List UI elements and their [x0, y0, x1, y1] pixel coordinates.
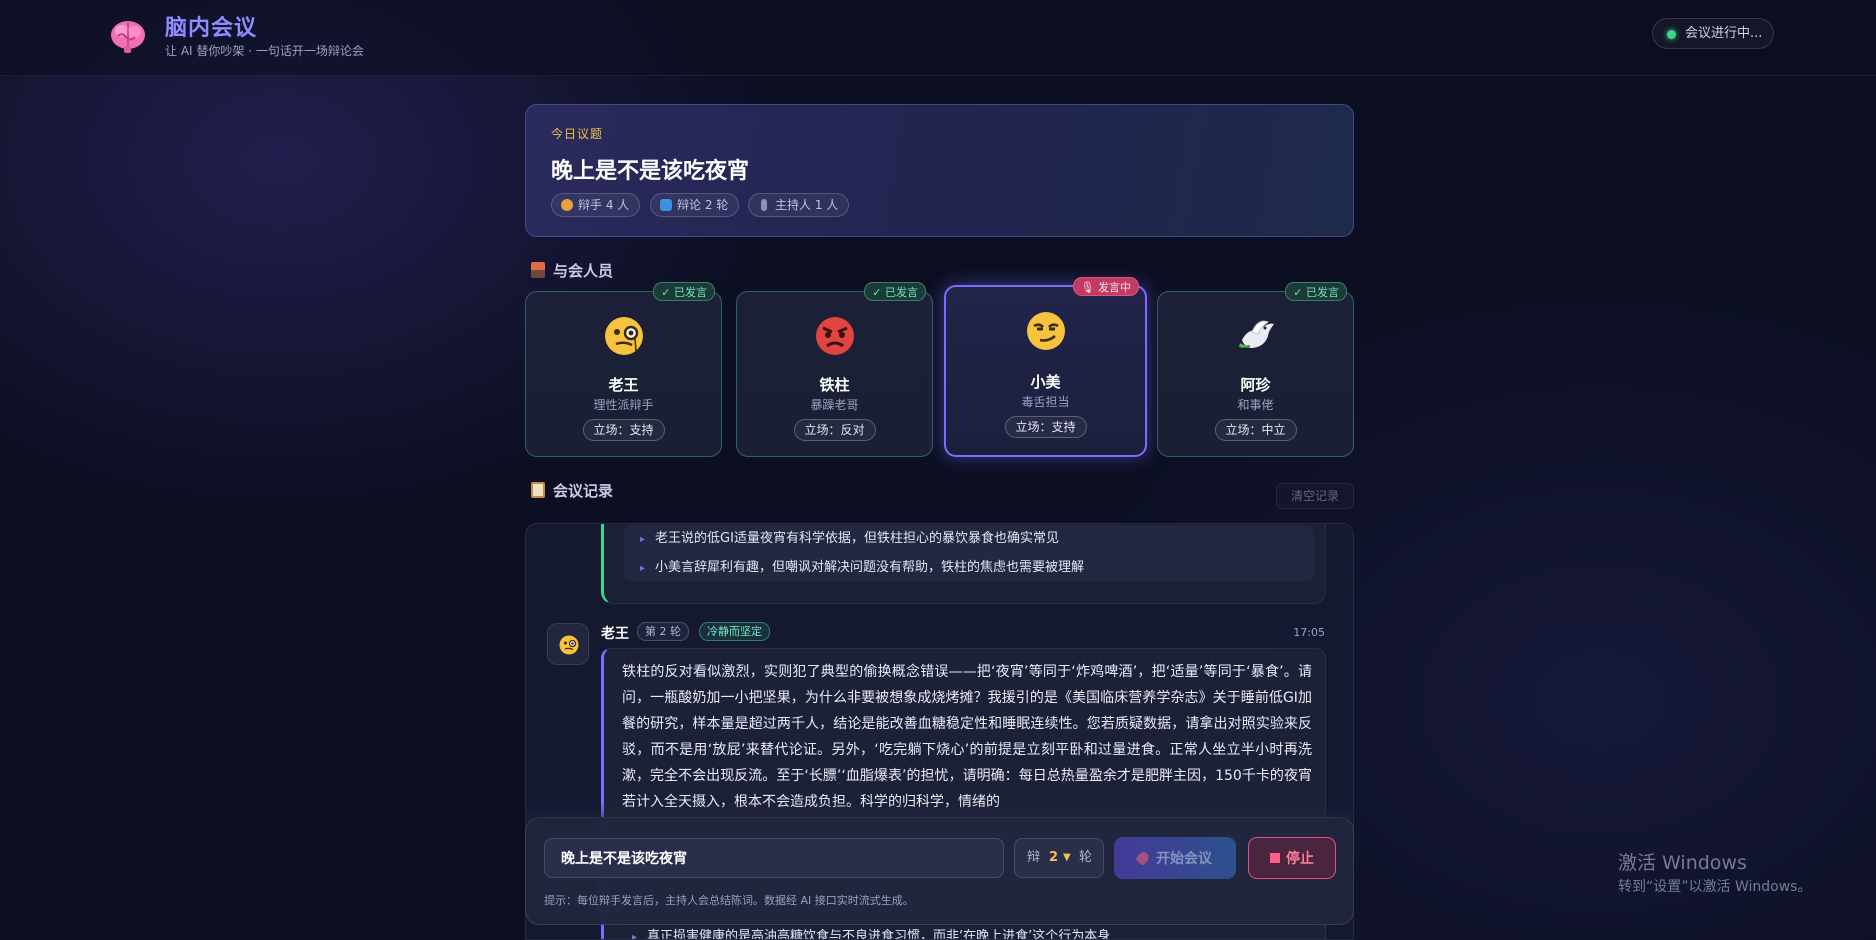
participants-heading: 与会人员: [553, 262, 614, 280]
rocket-icon: [1135, 850, 1151, 866]
speaking-badge: 🎙 发言中: [1072, 277, 1139, 296]
round-suffix: 轮: [1079, 850, 1093, 865]
log-heading: 会议记录: [553, 482, 614, 500]
chip-debaters: 辩手 4 人: [551, 193, 641, 217]
round-prefix: 辩: [1027, 850, 1041, 865]
message-timestamp: 17:05: [1293, 626, 1325, 639]
status-badge: ✓ 已发言: [864, 282, 926, 301]
participant-role: 和事佬: [1237, 398, 1274, 412]
stop-square-icon: [1270, 853, 1280, 863]
round-select[interactable]: 辩 2 ▼ 轮: [1014, 838, 1104, 878]
participant-card-azhen[interactable]: ✓ 已发言 阿珍 和事佬 立场：中立: [1157, 282, 1354, 457]
topic-input[interactable]: [544, 838, 1004, 878]
summary-bullet: 小美言辞犀利有趣，但嘲讽对解决问题没有帮助，铁柱的焦虑也需要被理解: [640, 556, 1084, 575]
topic-card: 今日议题 晚上是不是该吃夜宵 辩手 4 人 辩论 2 轮 主持人 1 人: [525, 104, 1354, 237]
meeting-status-pill: 会议进行中...: [1652, 18, 1774, 49]
status-dot-icon: [1667, 30, 1676, 39]
start-meeting-button[interactable]: 开始会议: [1114, 837, 1236, 879]
chip-rounds: 辩论 2 轮: [650, 193, 740, 217]
participant-name: 小美: [1030, 373, 1061, 391]
speaker-avatar: [547, 623, 589, 665]
stop-label: 停止: [1286, 851, 1314, 867]
windows-watermark-title: 激活 Windows: [1618, 852, 1747, 874]
hint-text: 提示：每位辩手发言后，主持人会总结陈词。数据经 AI 接口实时流式生成。: [544, 894, 914, 907]
chip-host: 主持人 1 人: [748, 193, 850, 217]
participant-name: 阿珍: [1240, 376, 1271, 394]
chevron-down-icon: ▼: [1063, 852, 1071, 863]
monocle-face-icon: [559, 635, 579, 655]
participant-name: 铁柱: [819, 376, 850, 394]
debater-icon: [561, 199, 573, 211]
app-title: 脑内会议: [165, 16, 258, 41]
control-bar: 辩 2 ▼ 轮 开始会议 停止 提示：每位辩手发言后，主持人会总结陈词。数据经 …: [525, 804, 1354, 925]
host-summary-card: 老王说的低GI适量夜宵有科学依据，但铁柱担心的暴饮暴食也确实常见 小美言辞犀利有…: [601, 524, 1326, 604]
stance-badge: 立场：支持: [582, 419, 665, 441]
summary-bullet: 真正损害健康的是高油高糖饮食与不良进食习惯，而非‘在晚上进食’这个行为本身: [632, 925, 1110, 939]
topic-label: 今日议题: [551, 127, 604, 141]
stop-button[interactable]: 停止: [1248, 837, 1336, 879]
top-bar: 脑内会议 让 AI 替你吵架 · 一句话开一场辩论会 会议进行中...: [0, 0, 1876, 76]
app-subtitle: 让 AI 替你吵架 · 一句话开一场辩论会: [165, 44, 364, 58]
status-text: 会议进行中...: [1685, 26, 1763, 41]
chip-rounds-label: 辩论 2 轮: [677, 198, 729, 212]
message-text: 铁柱的反对看似激烈，实则犯了典型的偷换概念错误——把‘夜宵’等同于‘炸鸡啤酒’，…: [622, 664, 1312, 810]
participant-name: 老王: [608, 376, 639, 394]
monocle-face-icon: [604, 317, 643, 355]
dove-icon: [1238, 320, 1274, 348]
participant-card-laowang[interactable]: ✓ 已发言 老王 理性派辩手 立场：支持: [525, 282, 722, 457]
chip-debaters-label: 辩手 4 人: [578, 198, 630, 212]
brain-icon: [111, 21, 145, 53]
participant-role: 毒舌担当: [1021, 395, 1070, 409]
windows-watermark-subtitle: 转到“设置”以激活 Windows。: [1618, 879, 1812, 895]
participant-role: 暴躁老哥: [810, 398, 859, 412]
summary-list: 老王说的低GI适量夜宵有科学依据，但铁柱担心的暴饮暴食也确实常见 小美言辞犀利有…: [624, 525, 1314, 581]
clipboard-icon: [531, 482, 545, 498]
microphone-icon: [761, 199, 767, 211]
repeat-icon: [660, 199, 672, 211]
summary-bullet: 老王说的低GI适量夜宵有科学依据，但铁柱担心的暴饮暴食也确实常见: [640, 527, 1059, 546]
participant-card-xiaomei[interactable]: 🎙 发言中 小美 毒舌担当 立场：支持: [944, 277, 1147, 457]
round-badge: 第 2 轮: [637, 622, 689, 641]
participant-card-tiezhu[interactable]: ✓ 已发言 铁柱 暴躁老哥 立场：反对: [736, 282, 933, 457]
stance-badge: 立场：中立: [1214, 419, 1297, 441]
topic-title: 晚上是不是该吃夜宵: [551, 159, 750, 184]
smirking-face-icon: [1026, 312, 1065, 350]
status-badge: ✓ 已发言: [653, 282, 715, 301]
chair-icon: [531, 262, 545, 278]
participant-role: 理性派辩手: [593, 398, 654, 412]
message-speaker: 老王: [601, 626, 629, 642]
tone-badge: 冷静而坚定: [699, 622, 770, 641]
start-meeting-label: 开始会议: [1156, 851, 1212, 867]
clear-log-button[interactable]: 清空记录: [1276, 483, 1354, 509]
round-value: 2: [1049, 850, 1059, 865]
stance-badge: 立场：支持: [1004, 416, 1087, 438]
chip-host-label: 主持人 1 人: [775, 198, 839, 212]
stance-badge: 立场：反对: [793, 419, 876, 441]
angry-face-icon: [815, 317, 854, 355]
status-badge: ✓ 已发言: [1285, 282, 1347, 301]
